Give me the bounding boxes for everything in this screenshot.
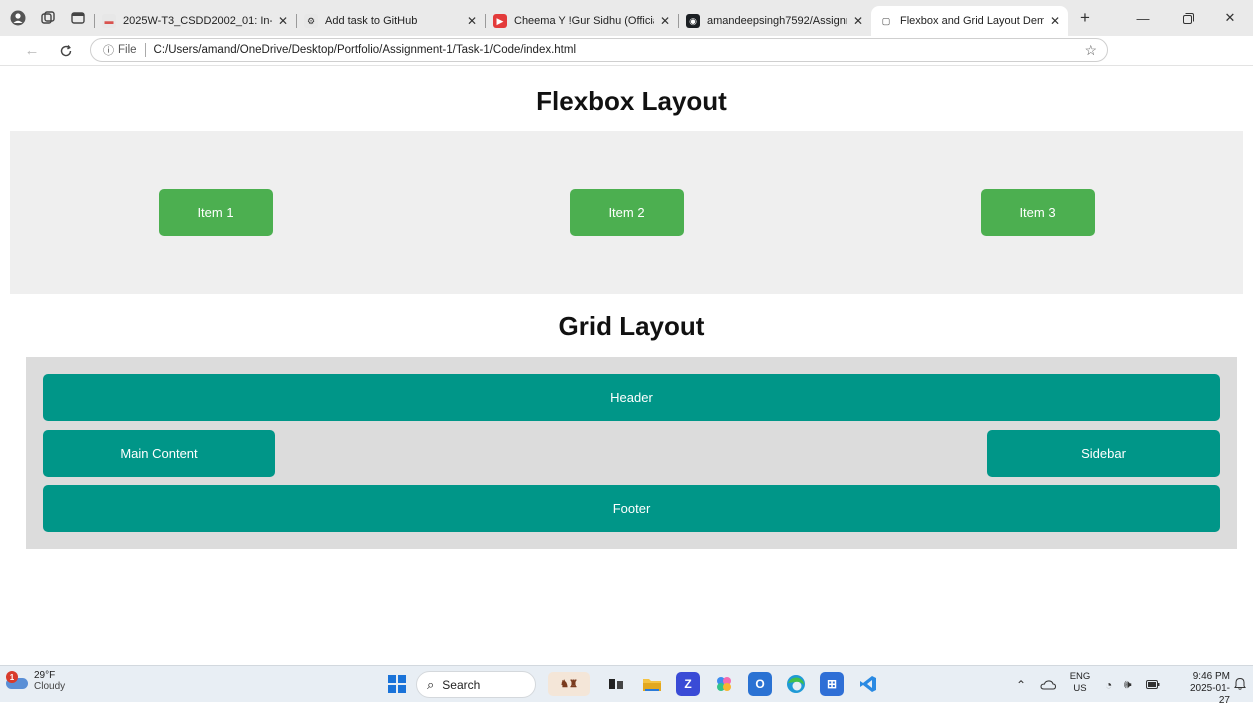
weather-widget[interactable]: 1 29°F Cloudy <box>6 670 65 692</box>
grid-heading: Grid Layout <box>558 311 705 341</box>
news-widget-icon[interactable]: ♞♜ <box>548 672 590 696</box>
scrollbar[interactable] <box>1243 67 1253 665</box>
tab-favicon-icon: ◉ <box>686 14 700 28</box>
language-code: ENG <box>1069 671 1091 682</box>
web-page: Flexbox Layout Item 1 Item 2 Item 3 Grid… <box>0 67 1243 665</box>
close-tab-icon[interactable]: ✕ <box>853 14 863 28</box>
weather-condition-label: Cloudy <box>34 681 66 692</box>
tab-title: Flexbox and Grid Layout Demons <box>900 15 1044 27</box>
tab-0[interactable]: ▬ 2025W-T3_CSDD2002_01: In-class ✕ <box>94 7 296 35</box>
flex-item-1: Item 1 <box>158 189 273 236</box>
tab-favicon-icon: ⚙ <box>304 14 318 28</box>
restore-button[interactable] <box>1170 6 1206 30</box>
close-tab-icon[interactable]: ✕ <box>467 14 477 28</box>
browser-toolbar: ← ⓘ File C:/Users/amand/OneDrive/Desktop… <box>0 36 1253 94</box>
grid-header: Header <box>43 374 1220 421</box>
volume-icon[interactable]: 🕪 <box>1124 666 1132 703</box>
wifi-icon[interactable]: ◔ <box>1105 666 1112 703</box>
close-window-button[interactable]: ✕ <box>1212 6 1248 30</box>
tab-title: Add task to GitHub <box>325 15 418 27</box>
search-icon: ⌕ <box>427 676 435 692</box>
tab-favicon-icon: ▬ <box>102 14 116 28</box>
notification-badge: 1 <box>6 671 18 683</box>
tab-favicon-icon: ▶ <box>493 14 507 28</box>
store-icon[interactable]: ⊞ <box>820 672 844 696</box>
vscode-icon[interactable] <box>856 672 880 696</box>
flex-item-2: Item 2 <box>569 189 684 236</box>
tab-title: Cheema Y !Gur Sidhu (Official Son <box>514 15 654 27</box>
close-tab-icon[interactable]: ✕ <box>1050 14 1060 28</box>
taskbar-search[interactable]: ⌕ Search <box>416 671 536 698</box>
grid-sidebar: Sidebar <box>987 430 1220 477</box>
tab-title: 2025W-T3_CSDD2002_01: In-class <box>123 15 272 27</box>
vertical-tabs-icon[interactable] <box>66 6 90 30</box>
onedrive-sync-icon[interactable] <box>1040 666 1056 703</box>
workspaces-icon[interactable] <box>36 6 60 30</box>
new-tab-button[interactable]: + <box>1072 5 1098 31</box>
url-divider <box>144 43 146 57</box>
search-label: Search <box>442 677 481 692</box>
edge-icon[interactable] <box>784 672 808 696</box>
refresh-button[interactable] <box>52 37 80 65</box>
file-explorer-icon[interactable] <box>640 672 664 696</box>
url-text[interactable]: C:/Users/amand/OneDrive/Desktop/Portfoli… <box>154 44 576 56</box>
minimize-button[interactable]: — <box>1125 6 1161 30</box>
flexbox-heading: Flexbox Layout <box>536 86 727 116</box>
tab-favicon-icon: ▢ <box>879 14 893 28</box>
tab-3[interactable]: ◉ amandeepsingh7592/Assignment ✕ <box>678 7 871 35</box>
notification-bell-icon[interactable] <box>1234 677 1246 693</box>
tab-2[interactable]: ▶ Cheema Y !Gur Sidhu (Official Son ✕ <box>485 7 678 35</box>
tab-4-active[interactable]: ▢ Flexbox and Grid Layout Demons ✕ <box>871 6 1068 36</box>
close-tab-icon[interactable]: ✕ <box>278 14 288 28</box>
favorite-star-icon[interactable]: ☆ <box>1084 42 1097 59</box>
url-scheme-label: File <box>118 44 137 56</box>
grid-main-content: Main Content <box>43 430 275 477</box>
temperature-label: 29°F <box>34 670 56 681</box>
clock-date: 2025-01-27 <box>1189 683 1230 706</box>
grid-footer: Footer <box>43 485 1220 532</box>
clock-time: 9:46 PM <box>1192 671 1230 682</box>
info-icon[interactable]: ⓘ <box>103 42 114 58</box>
start-button[interactable] <box>388 675 406 693</box>
language-indicator[interactable]: ENG US <box>1069 671 1091 695</box>
taskview-icon[interactable] <box>604 672 628 696</box>
profile-icon[interactable] <box>6 6 30 30</box>
windows-taskbar: 1 29°F Cloudy ⌕ Search ♞♜ Z O ⊞ ⌃ ENG US… <box>0 665 1253 706</box>
copilot-icon[interactable] <box>712 672 736 696</box>
tab-title: amandeepsingh7592/Assignment <box>707 15 847 27</box>
grid-container: Header Main Content Sidebar Footer <box>26 357 1237 549</box>
address-bar[interactable]: ⓘ File C:/Users/amand/OneDrive/Desktop/P… <box>90 38 1108 62</box>
tab-1[interactable]: ⚙ Add task to GitHub ✕ <box>296 7 485 35</box>
battery-icon[interactable] <box>1146 666 1160 703</box>
region-code: US <box>1073 683 1087 694</box>
outlook-icon[interactable]: O <box>748 672 772 696</box>
visual-studio-icon[interactable]: Z <box>676 672 700 696</box>
close-tab-icon[interactable]: ✕ <box>660 14 670 28</box>
cloud-icon: 1 <box>6 671 28 689</box>
show-hidden-icons[interactable]: ⌃ <box>1016 666 1026 703</box>
flex-item-3: Item 3 <box>980 189 1095 236</box>
back-button[interactable]: ← <box>18 37 46 65</box>
flex-container: Item 1 Item 2 Item 3 <box>10 131 1243 294</box>
browser-tab-bar: ▬ 2025W-T3_CSDD2002_01: In-class ✕ ⚙ Add… <box>0 0 1253 36</box>
